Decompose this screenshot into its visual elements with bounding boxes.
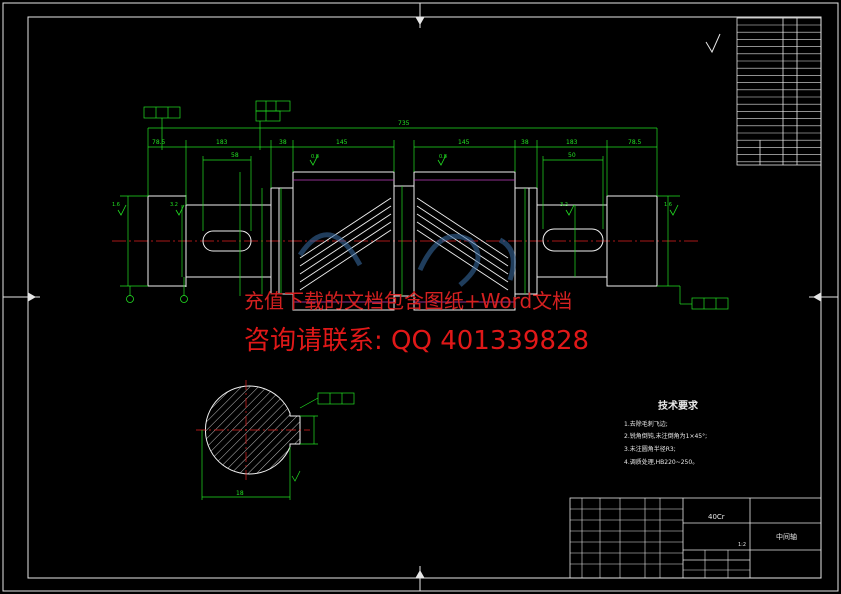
material-label: 40Cr: [708, 513, 725, 521]
roughness-6: 1.6: [664, 202, 672, 208]
dim-d9: 58: [231, 152, 239, 159]
title-block-text: 40Cr 中间轴 1:2: [708, 513, 797, 548]
roughness-3: 3.2: [170, 202, 178, 208]
dim-d2: 183: [216, 139, 228, 146]
section-dim-label: 18: [236, 490, 244, 497]
dim-d4: 145: [336, 139, 348, 146]
default-roughness-mark: [705, 33, 721, 54]
helical-teeth: [299, 197, 509, 291]
scale-label: 1:2: [738, 542, 746, 548]
watermark-line-2: 咨询请联系: QQ 401339828: [244, 326, 590, 356]
section-view: 18: [196, 380, 355, 500]
drawing-canvas: { "dims": { "overall": "735", "d1": "78.…: [0, 0, 841, 594]
parameter-table-rows: [737, 24, 821, 163]
roughness-values: 0.8 0.8 3.2 3.2 1.6 1.6: [112, 154, 672, 208]
note-4: 4.调质处理,HB220~250。: [624, 458, 698, 466]
dim-d7: 183: [566, 139, 578, 146]
part-name-label: 中间轴: [776, 532, 797, 541]
watermark-line-1: 充值下载的文档包含图纸+Word文档: [244, 289, 573, 313]
dim-d5: 145: [458, 139, 470, 146]
dim-d8: 78.5: [628, 139, 642, 146]
note-2: 2.锐角倒钝,未注倒角为1×45°;: [624, 432, 707, 440]
roughness-5: 1.6: [112, 202, 120, 208]
dim-d10: 50: [568, 152, 576, 159]
datum-markers: [126, 295, 188, 303]
technical-requirements: 技术要求 1.去除毛刺飞边; 2.锐角倒钝,未注倒角为1×45°; 3.未注圆角…: [624, 399, 707, 466]
dim-overall: 735: [398, 120, 410, 127]
note-1: 1.去除毛刺飞边;: [624, 420, 668, 428]
dim-d1: 78.5: [152, 139, 166, 146]
gear-parameter-table: [736, 17, 822, 166]
title-block-grid: [570, 498, 750, 578]
watermark-logo: [297, 232, 516, 287]
dim-d3: 38: [279, 139, 287, 146]
note-3: 3.未注圆角半径R3;: [624, 445, 676, 453]
notes-title: 技术要求: [658, 399, 699, 412]
dimension-text: 735 78.5 183 38 145 145 38 183 78.5 58 5…: [152, 120, 642, 159]
roughness-4: 3.2: [560, 202, 568, 208]
roughness-1: 0.8: [311, 154, 319, 160]
roughness-2: 0.8: [439, 154, 447, 160]
dim-d6: 38: [521, 139, 529, 146]
roughness-marks: [117, 154, 679, 216]
